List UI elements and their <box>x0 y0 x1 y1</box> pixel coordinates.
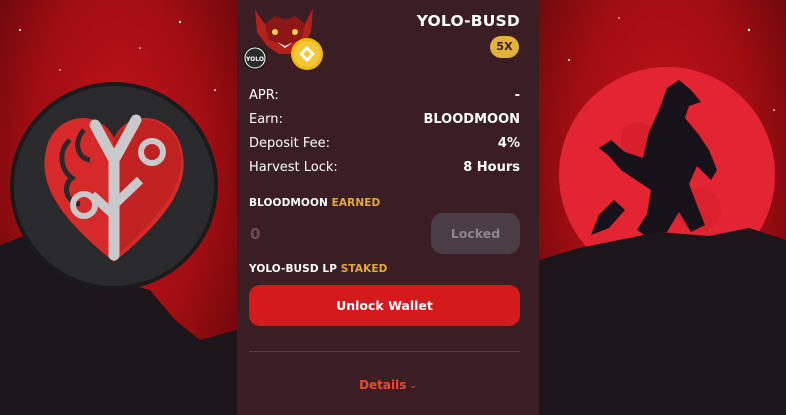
harvest-lock-value: 8 Hours <box>463 160 520 175</box>
staked-token-label: YOLO-BUSD LP <box>249 263 337 275</box>
farm-details-list: APR: - Earn: BLOODMOON Deposit Fee: 4% H… <box>249 88 520 184</box>
apr-row: APR: - <box>249 88 520 112</box>
farm-pair-title: YOLO-BUSD <box>416 12 520 30</box>
harvest-lock-label: Harvest Lock: <box>249 160 338 175</box>
staked-section-label: YOLO-BUSD LP STAKED <box>249 263 387 275</box>
farm-card: YOLO YOLO-BUSD 5X APR: - Earn: BLOODMOON… <box>237 0 539 415</box>
unlock-wallet-button[interactable]: Unlock Wallet <box>249 285 520 326</box>
deposit-fee-row: Deposit Fee: 4% <box>249 136 520 160</box>
earn-label: Earn: <box>249 112 283 127</box>
multiplier-badge: 5X <box>490 36 519 58</box>
wolf-mascot-icon: YOLO <box>243 8 323 70</box>
earned-token-label: BLOODMOON <box>249 197 328 209</box>
left-background-art <box>0 0 237 415</box>
details-label: Details <box>359 378 407 392</box>
earned-amount: 0 <box>250 225 261 243</box>
earn-row: Earn: BLOODMOON <box>249 112 520 136</box>
earn-value: BLOODMOON <box>423 112 520 127</box>
chevron-down-icon: ⌄ <box>409 381 417 391</box>
farm-card-header: YOLO YOLO-BUSD 5X <box>237 0 539 78</box>
werewolf-moon-icon <box>539 17 786 415</box>
harvest-lock-row: Harvest Lock: 8 Hours <box>249 160 520 184</box>
apr-value: - <box>514 88 520 103</box>
staked-suffix-label: STAKED <box>340 263 388 275</box>
right-background-art <box>539 0 786 415</box>
apr-label: APR: <box>249 88 279 103</box>
deposit-fee-label: Deposit Fee: <box>249 136 330 151</box>
earned-suffix-label: EARNED <box>331 197 381 209</box>
earned-section-label: BLOODMOON EARNED <box>249 197 380 209</box>
card-divider <box>249 351 520 352</box>
deposit-fee-value: 4% <box>497 136 520 151</box>
locked-harvest-button[interactable]: Locked <box>431 213 520 254</box>
busd-token-icon <box>291 38 323 70</box>
details-toggle[interactable]: Details ⌄ <box>237 378 539 392</box>
yolo-badge-label: YOLO <box>245 56 264 63</box>
yolo-heart-logo-icon <box>0 20 237 415</box>
